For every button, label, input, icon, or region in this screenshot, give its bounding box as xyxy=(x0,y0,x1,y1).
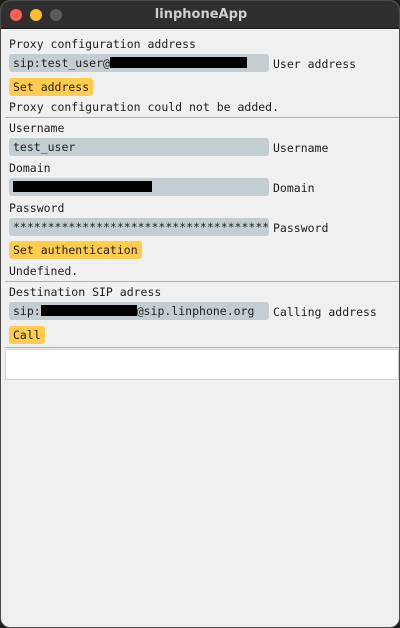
user-address-label: User address xyxy=(273,57,357,71)
app-window: linphoneApp Proxy configuration address … xyxy=(0,0,400,628)
auth-status-text: Undefined. xyxy=(9,264,79,278)
window-title: linphoneApp xyxy=(154,7,248,22)
main-content: Proxy configuration address sip:test_use… xyxy=(1,29,399,627)
password-label: Password xyxy=(9,201,65,215)
destination-sip-label: Destination SIP adress xyxy=(9,285,162,299)
username-label: Username xyxy=(9,121,65,135)
destination-sip-prefix: sip: xyxy=(13,304,41,318)
calling-address-label: Calling address xyxy=(273,305,377,319)
set-authentication-button[interactable]: Set authentication xyxy=(9,241,142,259)
divider xyxy=(5,281,399,282)
domain-label: Domain xyxy=(9,161,51,175)
password-input[interactable]: ************************************* xyxy=(9,218,269,236)
proxy-status-text: Proxy configuration could not be added. xyxy=(9,100,280,114)
redacted-text xyxy=(13,181,152,192)
redacted-text xyxy=(109,57,247,68)
destination-sip-input[interactable]: sip: @sip.linphone.org xyxy=(9,302,269,320)
destination-sip-suffix: @sip.linphone.org xyxy=(136,304,255,318)
password-side-label: Password xyxy=(273,221,329,235)
redacted-text xyxy=(40,305,137,316)
domain-side-label: Domain xyxy=(273,181,315,195)
title-bar: linphoneApp xyxy=(1,1,399,29)
call-button[interactable]: Call xyxy=(9,326,45,344)
proxy-address-label: Proxy configuration address xyxy=(9,37,196,51)
username-input[interactable]: test_user xyxy=(9,138,269,156)
username-side-label: Username xyxy=(273,141,329,155)
proxy-address-value: sip:test_user@ xyxy=(13,56,110,70)
set-address-button[interactable]: Set address xyxy=(9,78,94,96)
log-output-area[interactable] xyxy=(5,349,399,380)
domain-input[interactable] xyxy=(9,178,269,196)
divider xyxy=(5,347,399,348)
divider xyxy=(5,117,399,118)
proxy-address-input[interactable]: sip:test_user@ xyxy=(9,54,269,72)
